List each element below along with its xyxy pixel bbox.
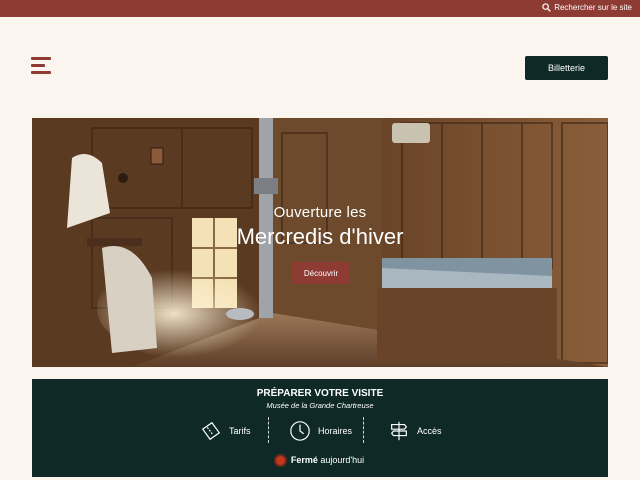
hero-title: Mercredis d'hiver [236,224,404,249]
site-header: Billetterie [0,17,640,117]
status-rest: aujourd'hui [320,455,365,465]
closed-status-dot [275,455,285,465]
ticket-icon [201,421,221,441]
hero-subtitle: Ouverture les [273,204,367,221]
visit-panel: PRÉPARER VOTRE VISITE Musée de la Grande… [32,379,608,477]
search-label: Rechercher sur le site [554,3,632,12]
divider [268,417,269,443]
acces-link[interactable]: Accès [388,417,442,445]
divider [363,417,364,443]
ticketing-button[interactable]: Billetterie [525,56,608,80]
visit-title: PRÉPARER VOTRE VISITE [256,388,384,399]
status-bold: Fermé [290,455,318,465]
search-icon [542,3,552,12]
visit-subtitle: Musée de la Grande Chartreuse [266,401,374,410]
signpost-icon [390,421,408,441]
tarifs-label: Tarifs [229,426,251,436]
site-search-link[interactable]: Rechercher sur le site [542,3,632,12]
clock-icon [290,421,310,441]
horaires-link[interactable]: Horaires [289,417,352,445]
acces-label: Accès [417,426,442,436]
tarifs-link[interactable]: Tarifs [200,417,251,445]
discover-button[interactable]: Découvrir [292,262,350,284]
status-text: Fermé aujourd'hui [291,455,364,465]
visit-links: Tarifs Horaires Accès [32,417,608,445]
top-bar: Rechercher sur le site [0,0,640,17]
horaires-label: Horaires [318,426,353,436]
opening-status: Fermé aujourd'hui [32,455,608,465]
hero-banner: Ouverture les Mercredis d'hiver Découvri… [32,118,608,367]
hamburger-menu-icon[interactable] [31,57,53,75]
hero-text: Ouverture les Mercredis d'hiver [32,204,608,250]
